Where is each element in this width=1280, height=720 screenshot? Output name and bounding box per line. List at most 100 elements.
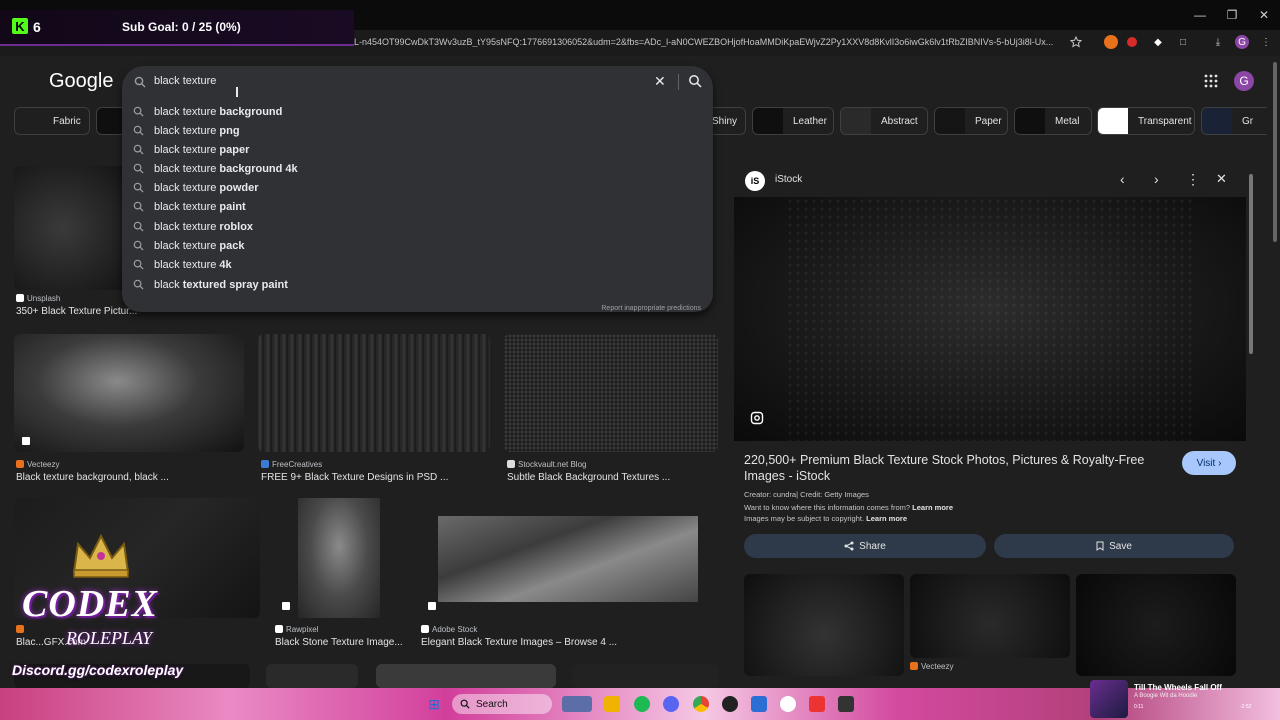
suggestion-prefix: black texture [154,259,220,271]
scrollbar-thumb[interactable] [1273,62,1277,242]
google-apps-icon[interactable] [1204,74,1218,88]
obs-icon[interactable] [780,696,796,712]
chip-abstract[interactable]: Abstract [840,107,928,135]
suggestion-item[interactable]: black texture png [122,121,713,140]
result-source[interactable]: FreeCreatives [261,460,322,469]
extension-icon-2[interactable] [1127,37,1137,47]
related-image[interactable] [910,574,1070,658]
suggestion-item[interactable]: black texture powder [122,178,713,197]
result-image[interactable] [418,498,718,618]
discord-icon[interactable] [663,696,679,712]
result-source[interactable]: Unsplash [16,294,60,303]
search-input-row[interactable]: black texture ✕ [122,66,713,98]
preview-title[interactable]: 220,500+ Premium Black Texture Stock Pho… [744,452,1174,484]
learn-more-link[interactable]: Learn more [912,503,953,512]
suggestion-item[interactable]: black texture roblox [122,217,713,236]
google-lens-icon[interactable] [750,411,764,425]
search-box[interactable]: black texture ✕ black texture background… [122,66,713,312]
extension-icon-1[interactable] [1104,35,1118,49]
result-source[interactable]: Rawpixel [275,625,318,634]
result-image[interactable] [376,664,556,688]
profile-avatar-icon[interactable]: G [1235,35,1249,49]
close-panel-icon[interactable]: ✕ [1216,171,1227,187]
spotify-icon[interactable] [634,696,650,712]
extension-icon-3[interactable]: ◆ [1151,35,1165,49]
source-name: Stockvault.net Blog [518,460,587,469]
puzzle-extensions-icon[interactable]: □ [1176,35,1190,49]
more-options-icon[interactable]: ⋮ [1186,171,1200,188]
restore-icon[interactable]: ❐ [1216,0,1248,30]
related-image[interactable] [1076,574,1236,676]
result-image[interactable] [266,664,358,688]
result-image[interactable] [14,166,134,290]
result-image[interactable] [572,664,718,688]
chrome-icon[interactable] [693,696,709,712]
search-submit-icon[interactable] [688,74,702,88]
chip-paper[interactable]: Paper [934,107,1008,135]
windows-start-icon[interactable]: ⊞ [426,696,442,712]
result-caption[interactable]: Subtle Black Background Textures ... [507,472,670,483]
suggestion-item[interactable]: black texture background [122,102,713,121]
account-avatar[interactable]: G [1234,71,1254,91]
result-image[interactable] [504,334,718,452]
result-caption[interactable]: FREE 9+ Black Texture Designs in PSD ... [261,472,448,483]
adobe-icon[interactable] [809,696,825,712]
result-caption[interactable]: Black texture background, black ... [16,472,169,483]
url-text[interactable]: L-n454OT99CwDkT3Wv3uzB_tY95sNFQ:17766913… [354,37,1058,47]
suggestion-item[interactable]: black texture background 4k [122,159,713,178]
clear-search-icon[interactable]: ✕ [654,73,666,90]
panel-scrollbar[interactable] [1246,162,1256,676]
visit-button[interactable]: Visit › [1182,451,1236,475]
suggestion-item[interactable]: black texture pack [122,236,713,255]
google-logo[interactable]: Google [49,70,114,93]
suggestion-item[interactable]: black texture paint [122,197,713,216]
result-image[interactable] [274,498,404,618]
related-source[interactable]: Vecteezy [910,662,953,671]
taskbar-search[interactable]: Search [452,694,552,714]
chip-leather[interactable]: Leather [752,107,834,135]
divider [678,74,679,90]
result-source[interactable]: Adobe Stock [421,625,477,634]
learn-more-link[interactable]: Learn more [866,514,907,523]
minimize-icon[interactable]: — [1184,0,1216,30]
now-playing-widget[interactable]: Till The Wheels Fall Off A Boogie Wit da… [1090,680,1256,718]
preview-image[interactable] [734,197,1246,441]
suggestion-item[interactable]: black textured spray paint [122,275,713,294]
sub-goal-text: Sub Goal: 0 / 25 (0%) [122,20,241,34]
previous-icon[interactable]: ‹ [1120,171,1125,187]
notion-icon[interactable] [838,696,854,712]
preview-source[interactable]: iStock [775,174,802,185]
next-icon[interactable]: › [1154,171,1159,187]
download-icon[interactable]: ⤓ [1211,35,1225,49]
scrollbar-thumb[interactable] [1249,174,1253,354]
chrome-menu-icon[interactable]: ⋮ [1259,35,1273,49]
chip-fabric[interactable]: Fabric [14,107,90,135]
copyright-note: Images may be subject to copyright. Lear… [744,514,907,523]
share-button[interactable]: Share [744,534,986,558]
close-window-icon[interactable]: ✕ [1248,0,1280,30]
result-caption[interactable]: 350+ Black Texture Pictur... [16,306,137,317]
related-image[interactable] [744,574,904,676]
report-predictions-link[interactable]: Report inappropriate predictions [601,305,701,312]
result-caption[interactable]: Elegant Black Texture Images – Browse 4 … [421,637,617,648]
page-scrollbar[interactable] [1271,58,1280,688]
chip-transparent[interactable]: Transparent [1097,107,1195,135]
save-button[interactable]: Save [994,534,1234,558]
suggestion-item[interactable]: black texture paper [122,140,713,159]
suggestion-item[interactable]: black texture 4k [122,255,713,274]
file-explorer-icon[interactable] [604,696,620,712]
search-icon [133,163,144,174]
result-source[interactable]: Vecteezy [16,460,59,469]
search-input[interactable]: black texture [154,75,216,87]
result-caption[interactable]: Black Stone Texture Image... [275,637,403,648]
task-view-icon[interactable] [562,696,592,712]
result-source[interactable]: Stockvault.net Blog [507,460,586,469]
app-icon[interactable] [751,696,767,712]
chip-metal[interactable]: Metal [1014,107,1092,135]
result-image[interactable] [14,334,244,452]
steam-icon[interactable] [722,696,738,712]
bookmark-star-icon[interactable] [1070,36,1082,48]
chip-gr[interactable]: Gr [1201,107,1267,135]
result-image[interactable] [258,334,490,452]
video-badge-icon [428,602,436,610]
